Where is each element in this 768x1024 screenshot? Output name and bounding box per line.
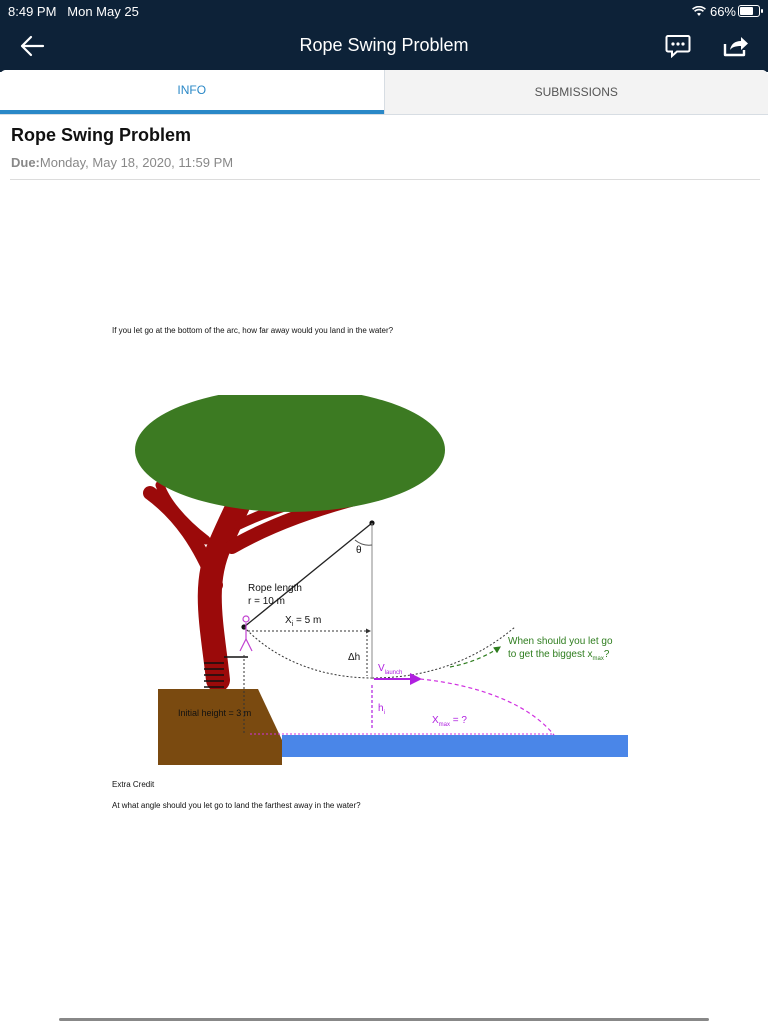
comments-button[interactable] xyxy=(662,30,694,62)
callout-sub: max xyxy=(593,656,604,662)
divider xyxy=(10,179,760,180)
theta-label: θ xyxy=(356,545,362,556)
callout-suffix: ? xyxy=(604,649,610,660)
nav-title: Rope Swing Problem xyxy=(299,35,469,55)
status-time: 8:49 PM xyxy=(8,4,57,19)
xi-value: = 5 m xyxy=(293,615,321,626)
extra-credit-question: At what angle should you let go to land … xyxy=(112,801,361,810)
home-indicator xyxy=(0,1018,768,1021)
ground xyxy=(158,689,282,765)
callout-line1: When should you let go xyxy=(508,636,613,647)
status-right: 66% xyxy=(692,4,736,19)
assignment-title: Rope Swing Problem xyxy=(11,125,192,145)
due-date-value: Monday, May 18, 2020, 11:59 PM xyxy=(39,155,234,170)
xmax-value: = ? xyxy=(450,715,467,726)
rope-swing-diagram: θ Rope length r = 10 m Xi = 5 m Δh Vlaun… xyxy=(135,395,628,765)
status-time-date: 8:49 PM Mon May 25 xyxy=(8,4,139,19)
tab-bar: INFO SUBMISSIONS xyxy=(0,70,768,115)
v-sub: launch xyxy=(385,670,403,676)
v-launch-label: Vlaunch xyxy=(378,663,402,676)
tree-canopy xyxy=(135,395,445,512)
tab-info[interactable]: INFO xyxy=(0,70,384,114)
rope-length-value: r = 10 m xyxy=(248,596,285,607)
callout-prefix: to get the biggest x xyxy=(508,649,593,660)
battery-icon xyxy=(738,5,763,17)
share-icon xyxy=(723,37,748,57)
callout-line2: to get the biggest xmax? xyxy=(508,649,610,662)
water xyxy=(282,735,628,757)
due-label: Due: xyxy=(11,155,40,170)
chat-bubble-icon xyxy=(665,35,691,58)
green-path xyxy=(449,646,501,668)
tab-submissions[interactable]: SUBMISSIONS xyxy=(383,70,768,114)
status-date: Mon May 25 xyxy=(67,4,139,19)
battery-percent: 66% xyxy=(709,4,736,19)
rope xyxy=(243,522,373,628)
xmax-sub: max xyxy=(439,722,450,728)
share-button[interactable] xyxy=(720,30,752,62)
hi-label: hi xyxy=(378,703,385,716)
xi-label: Xi = 5 m xyxy=(285,615,321,628)
rope-length-label: Rope length xyxy=(248,583,302,594)
hi-sub: i xyxy=(384,710,385,716)
xmax-label: Xmax = ? xyxy=(432,715,467,728)
extra-credit-heading: Extra Credit xyxy=(112,780,155,789)
due-date: Due:Monday, May 18, 2020, 11:59 PM xyxy=(11,155,233,170)
wifi-icon xyxy=(692,5,707,16)
question-text: If you let go at the bottom of the arc, … xyxy=(112,326,394,335)
initial-height-label: Initial height = 3 m xyxy=(178,708,251,718)
dh-label: Δh xyxy=(348,652,360,663)
top-bar: 8:49 PM Mon May 25 66% Rope Swing Proble… xyxy=(0,0,768,72)
